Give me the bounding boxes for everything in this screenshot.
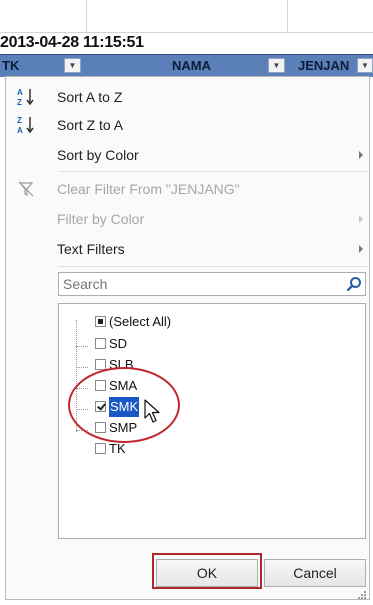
sort-by-color-item[interactable]: Sort by Color (6, 141, 369, 169)
svg-text:Z: Z (17, 98, 22, 107)
checkbox[interactable] (95, 443, 106, 454)
clear-filter-label: Clear Filter From "JENJANG" (57, 181, 240, 197)
sort-a-to-z-item[interactable]: A Z Sort A to Z (6, 83, 369, 111)
submenu-arrow-icon (359, 151, 363, 159)
tree-connector (76, 346, 88, 347)
timestamp-cell[interactable]: 2013-04-28 11:15:51 (0, 33, 144, 53)
cancel-button[interactable]: Cancel (264, 559, 366, 587)
svg-text:A: A (17, 126, 23, 135)
svg-text:Z: Z (17, 116, 22, 125)
spreadsheet-area: 2013-04-28 11:15:51 (0, 0, 373, 56)
header-cell-tk[interactable]: TK (2, 55, 19, 77)
svg-text:A: A (17, 88, 23, 97)
header-row: TK ▼ NAMA ▼ JENJAN ▼ (0, 54, 373, 77)
autofilter-menu: A Z Sort A to Z Z A Sort Z to A Sort by … (5, 76, 370, 600)
menu-separator (58, 171, 368, 172)
grid-line (86, 0, 87, 32)
text-filters-label: Text Filters (57, 241, 125, 257)
sort-z-to-a-item[interactable]: Z A Sort Z to A (6, 111, 369, 139)
filter-by-color-item[interactable]: Filter by Color (6, 205, 369, 233)
filter-dropdown-tk[interactable]: ▼ (64, 58, 81, 73)
filter-dropdown-nama[interactable]: ▼ (268, 58, 285, 73)
sort-descending-icon: Z A (16, 115, 38, 135)
menu-separator (58, 266, 368, 267)
sort-by-color-label: Sort by Color (57, 147, 139, 163)
filter-dropdown-jenjang[interactable]: ▼ (357, 58, 373, 73)
search-icon[interactable] (346, 276, 362, 292)
header-cell-jenjang[interactable]: JENJAN (298, 55, 349, 77)
text-filters-item[interactable]: Text Filters (6, 235, 369, 263)
list-item-label: SD (109, 336, 128, 351)
sort-a-to-z-label: Sort A to Z (57, 89, 123, 105)
select-all-checkbox[interactable] (95, 316, 106, 327)
resize-grip-icon[interactable] (357, 587, 367, 599)
sort-ascending-icon: A Z (16, 87, 38, 107)
search-input[interactable] (58, 272, 366, 296)
grid-row (0, 0, 373, 33)
list-item-label: (Select All) (109, 314, 172, 329)
grid-line (287, 0, 288, 32)
tree-connector (76, 367, 88, 368)
mouse-cursor-icon (144, 399, 162, 430)
filter-by-color-label: Filter by Color (57, 211, 145, 227)
clear-filter-icon (16, 179, 38, 199)
header-cell-nama[interactable]: NAMA (172, 55, 211, 77)
clear-filter-item[interactable]: Clear Filter From "JENJANG" (6, 175, 369, 203)
ok-button[interactable]: OK (156, 559, 258, 587)
checkbox[interactable] (95, 338, 106, 349)
submenu-arrow-icon (359, 215, 363, 223)
sort-z-to-a-label: Sort Z to A (57, 117, 124, 133)
submenu-arrow-icon (359, 245, 363, 253)
highlight-ellipse (68, 367, 180, 443)
